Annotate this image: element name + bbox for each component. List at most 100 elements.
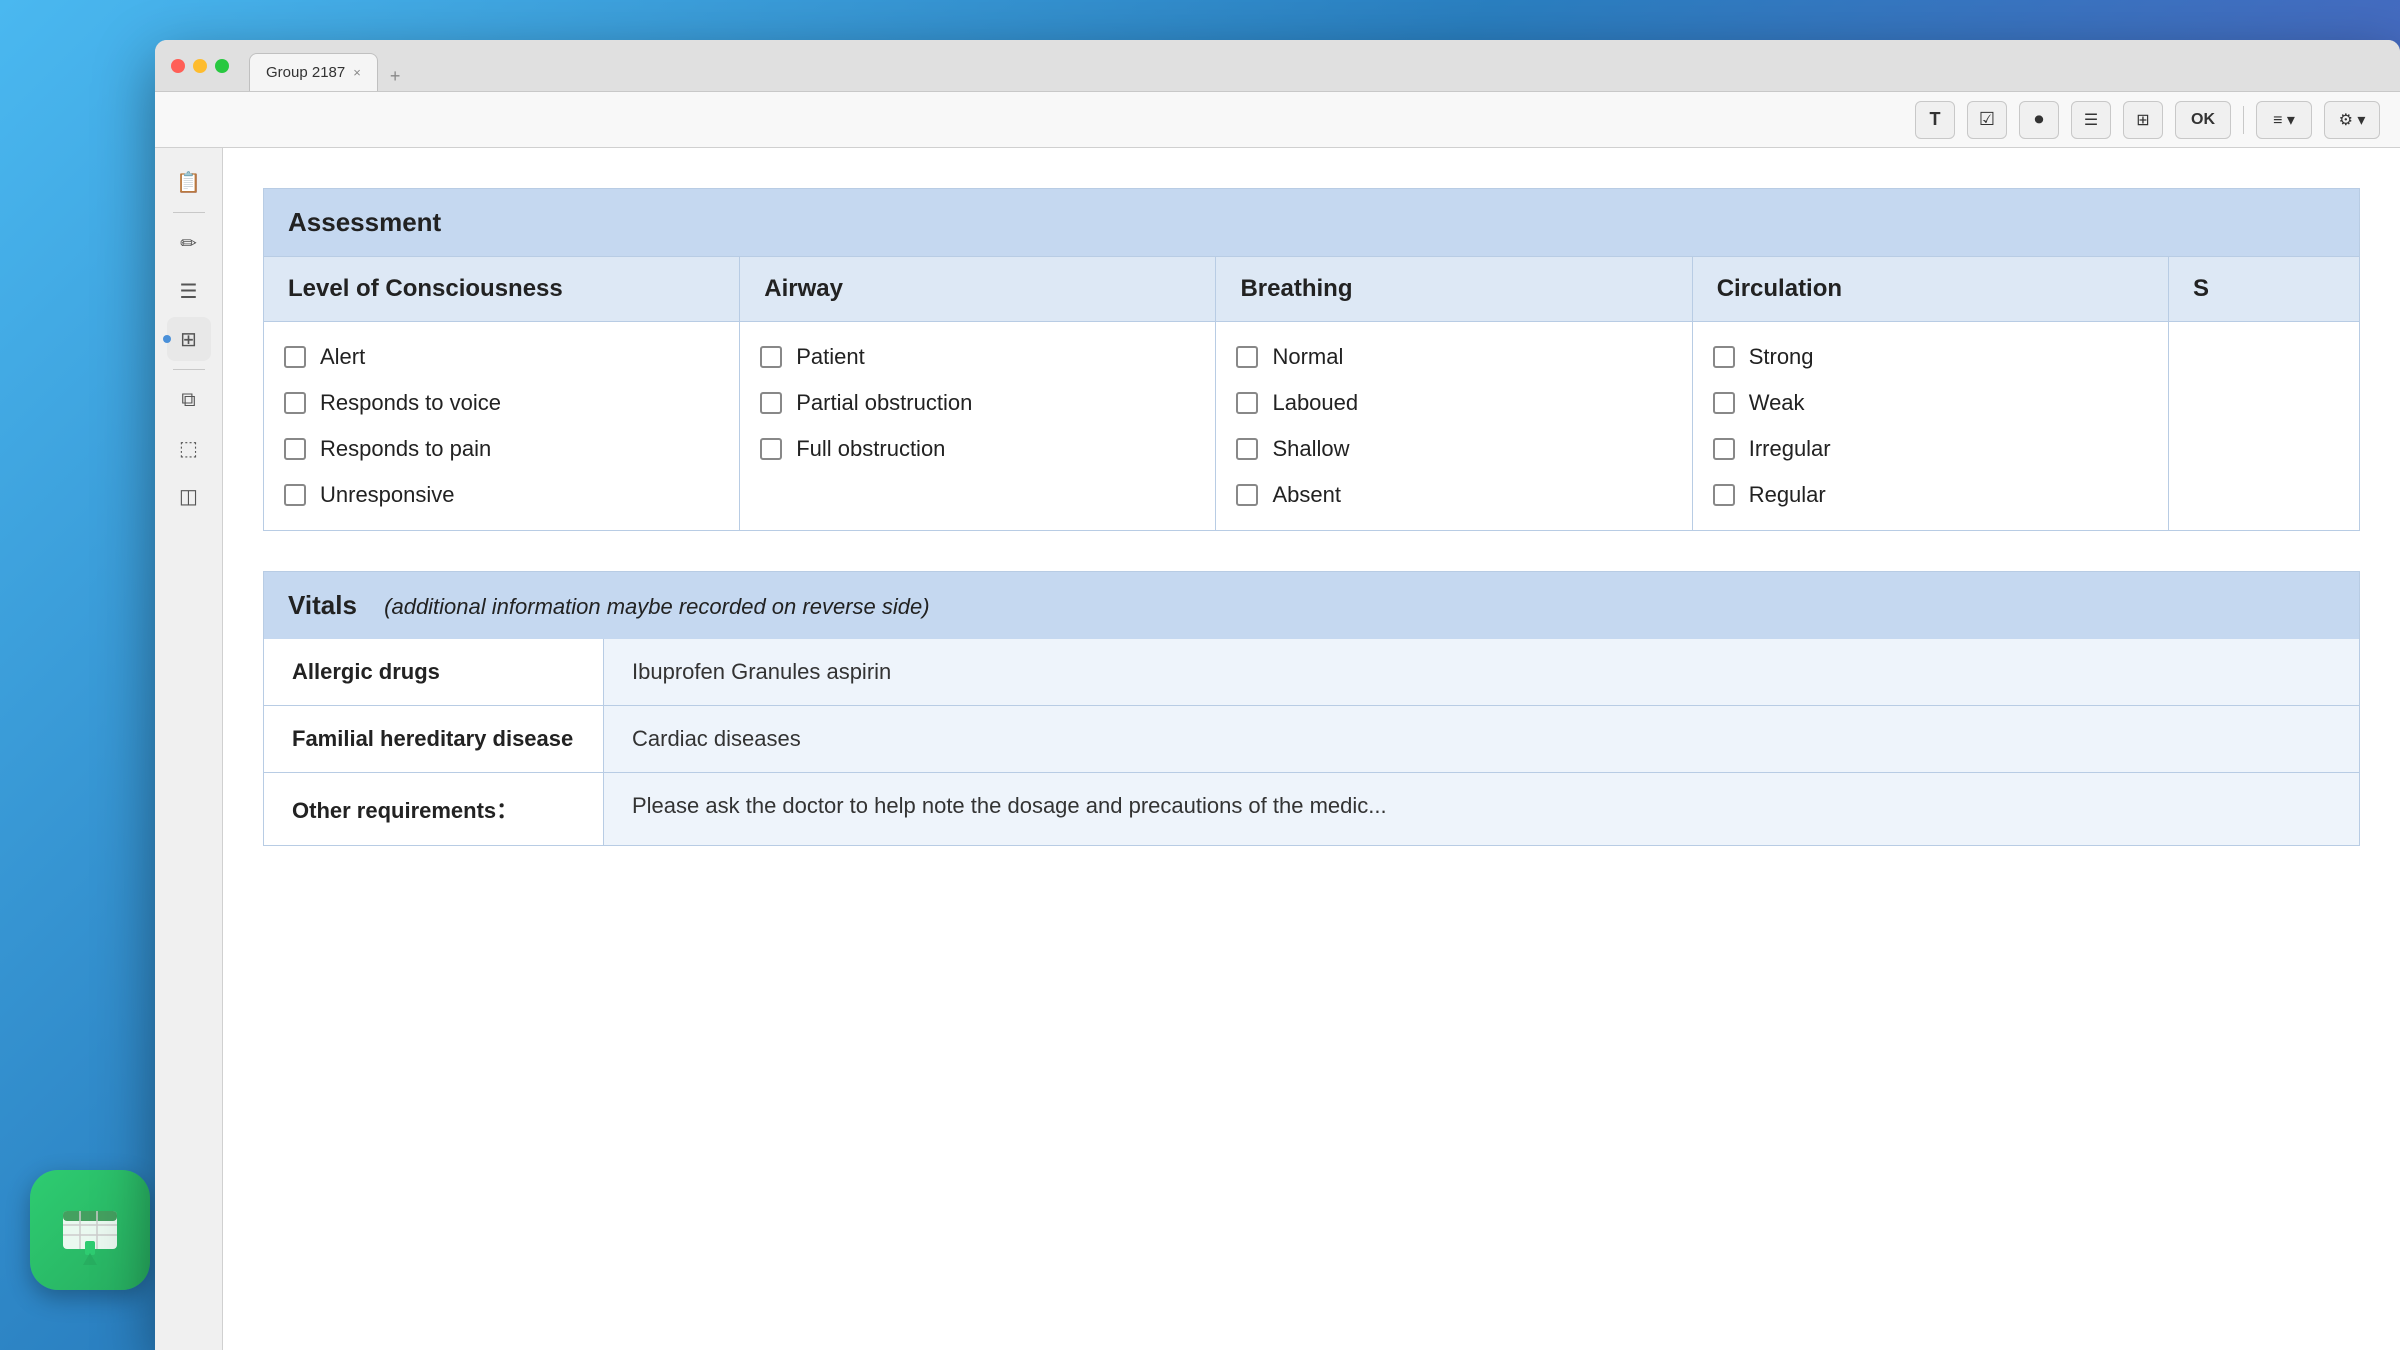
sidebar: 📋 ✏ ☰ ⊞ ⧉ ⬚ ◫ (155, 148, 223, 1350)
list-item: Full obstruction (760, 426, 1195, 472)
checkbox-full-obstruction[interactable] (760, 438, 782, 460)
col-s: S (2169, 257, 2359, 530)
checkbox-irregular[interactable] (1713, 438, 1735, 460)
vitals-title: Vitals (288, 590, 357, 620)
col-body-circulation: Strong Weak Irregular (1693, 322, 2168, 530)
vitals-row-other: Other requirements： Please ask the docto… (264, 773, 2359, 845)
list-item: Weak (1713, 380, 2148, 426)
toolbar-separator-1 (2243, 106, 2244, 134)
list-item: Unresponsive (284, 472, 719, 518)
checkbox-alert[interactable] (284, 346, 306, 368)
content-area: Assessment Level of Consciousness Alert (223, 148, 2400, 1350)
sidebar-item-layers[interactable]: ◫ (167, 474, 211, 518)
new-tab-button[interactable]: + (382, 62, 409, 91)
app-icon (30, 1170, 150, 1290)
minimize-button[interactable] (193, 59, 207, 73)
frames-icon: ⬚ (179, 436, 198, 461)
checkbox-strong[interactable] (1713, 346, 1735, 368)
vitals-header: Vitals (additional information maybe rec… (264, 572, 2359, 639)
text-tool-button[interactable]: T (1915, 101, 1955, 139)
checkbox-weak[interactable] (1713, 392, 1735, 414)
tab-close-button[interactable]: × (353, 65, 361, 80)
record-tool-button[interactable]: ⏺ (2019, 101, 2059, 139)
checkbox-unresponsive[interactable] (284, 484, 306, 506)
label-weak: Weak (1749, 390, 1805, 416)
list-item: Normal (1236, 334, 1671, 380)
tab-bar: Group 2187 × + (249, 40, 408, 91)
vitals-body: Allergic drugs Ibuprofen Granules aspiri… (264, 639, 2359, 845)
col-breathing: Breathing Normal Laboued (1216, 257, 1692, 530)
col-title-s: S (2169, 257, 2359, 322)
pen-icon: ✏ (180, 231, 197, 256)
list-item: Responds to voice (284, 380, 719, 426)
sidebar-divider-1 (173, 212, 205, 213)
list-tool-button[interactable]: ☰ (2071, 101, 2111, 139)
vitals-value-allergic: Ibuprofen Granules aspirin (604, 639, 2359, 705)
label-patient: Patient (796, 344, 865, 370)
list-item: Laboued (1236, 380, 1671, 426)
maximize-button[interactable] (215, 59, 229, 73)
sidebar-item-book[interactable]: 📋 (167, 160, 211, 204)
active-tab[interactable]: Group 2187 × (249, 53, 378, 91)
list-icon: ☰ (2084, 110, 2098, 130)
assessment-header: Assessment (264, 189, 2359, 256)
checkbox-patient[interactable] (760, 346, 782, 368)
list-item: Regular (1713, 472, 2148, 518)
checkbox-tool-button[interactable]: ☑ (1967, 101, 2007, 139)
settings-tool-button[interactable]: ⚙ ▾ (2324, 101, 2380, 139)
checkbox-partial-obstruction[interactable] (760, 392, 782, 414)
label-irregular: Irregular (1749, 436, 1831, 462)
sidebar-item-list[interactable]: ☰ (167, 269, 211, 313)
checkbox-icon: ☑ (1979, 109, 1995, 130)
book-icon: 📋 (176, 170, 201, 195)
col-circulation: Circulation Strong Weak (1693, 257, 2169, 530)
sidebar-item-frames[interactable]: ⬚ (167, 426, 211, 470)
layers-icon: ◫ (179, 484, 198, 509)
record-icon: ⏺ (2035, 109, 2044, 130)
checkbox-absent[interactable] (1236, 484, 1258, 506)
vitals-note: (additional information maybe recorded o… (384, 594, 929, 619)
checkbox-responds-pain[interactable] (284, 438, 306, 460)
checkbox-responds-voice[interactable] (284, 392, 306, 414)
sidebar-item-pen[interactable]: ✏ (167, 221, 211, 265)
label-strong: Strong (1749, 344, 1814, 370)
label-shallow: Shallow (1272, 436, 1349, 462)
checkbox-laboued[interactable] (1236, 392, 1258, 414)
col-airway: Airway Patient Partial obstruction (740, 257, 1216, 530)
settings-icon: ⚙ ▾ (2339, 110, 2366, 130)
label-full-obstruction: Full obstruction (796, 436, 945, 462)
columns-tool-button[interactable]: ⊞ (2123, 101, 2163, 139)
col-body-loc: Alert Responds to voice Responds to pain (264, 322, 739, 530)
checkbox-shallow[interactable] (1236, 438, 1258, 460)
assessment-columns: Level of Consciousness Alert Responds to… (264, 256, 2359, 530)
vitals-label-allergic: Allergic drugs (264, 639, 604, 705)
tab-title: Group 2187 (266, 64, 345, 81)
checkbox-regular[interactable] (1713, 484, 1735, 506)
label-responds-voice: Responds to voice (320, 390, 501, 416)
text-icon: T (1930, 109, 1941, 130)
align-icon: ≡ ▾ (2273, 110, 2295, 130)
sidebar-item-copy[interactable]: ⧉ (167, 378, 211, 422)
vitals-section: Vitals (additional information maybe rec… (263, 571, 2360, 846)
label-alert: Alert (320, 344, 365, 370)
app-icon-graphic (55, 1195, 125, 1265)
close-button[interactable] (171, 59, 185, 73)
col-title-airway: Airway (740, 257, 1215, 322)
vitals-label-other: Other requirements： (264, 773, 604, 845)
align-tool-button[interactable]: ≡ ▾ (2256, 101, 2312, 139)
label-partial-obstruction: Partial obstruction (796, 390, 972, 416)
sidebar-item-table[interactable]: ⊞ (167, 317, 211, 361)
main-window: Group 2187 × + T ☑ ⏺ ☰ ⊞ OK ≡ ▾ ⚙ ▾ (155, 40, 2400, 1350)
list-item: Patient (760, 334, 1195, 380)
col-body-breathing: Normal Laboued Shallow (1216, 322, 1691, 530)
label-normal: Normal (1272, 344, 1343, 370)
col-title-loc: Level of Consciousness (264, 257, 739, 322)
ok-tool-button[interactable]: OK (2175, 101, 2231, 139)
list-sidebar-icon: ☰ (180, 279, 198, 304)
checkbox-normal[interactable] (1236, 346, 1258, 368)
vitals-label-familial: Familial hereditary disease (264, 706, 604, 772)
list-item: Absent (1236, 472, 1671, 518)
sidebar-divider-2 (173, 369, 205, 370)
columns-icon: ⊞ (2136, 110, 2149, 130)
table-icon: ⊞ (180, 327, 197, 352)
